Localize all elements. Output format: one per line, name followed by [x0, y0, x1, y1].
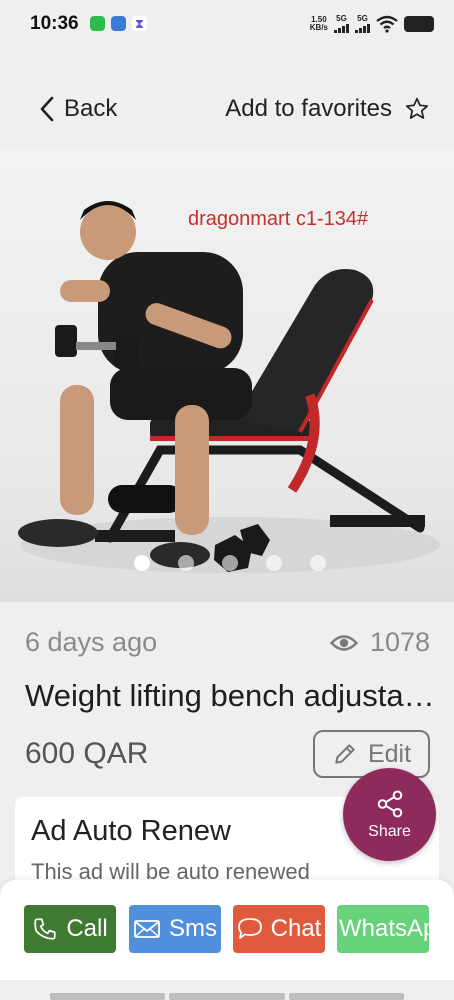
contact-action-bar: Call Sms Chat WhatsApp — [0, 880, 454, 980]
status-notification-icons: ⧗ — [90, 16, 147, 31]
favorites-label: Add to favorites — [225, 95, 392, 122]
sms-label: Sms — [169, 915, 217, 942]
whatsapp-button[interactable]: WhatsApp — [337, 905, 429, 953]
back-chevron-icon — [40, 96, 54, 122]
star-outline-icon — [405, 97, 429, 119]
sms-button[interactable]: Sms — [129, 905, 221, 953]
add-to-favorites-button[interactable]: Add to favorites — [225, 95, 430, 123]
mail-icon — [134, 920, 160, 938]
carousel-dot[interactable] — [266, 555, 282, 571]
carousel-dot[interactable] — [178, 555, 194, 571]
whatsapp-label: WhatsApp — [339, 915, 429, 942]
share-button[interactable]: Share — [343, 768, 436, 861]
signal-2: 5G — [355, 14, 370, 33]
network-label: 5G — [357, 14, 368, 23]
app-notification-icon — [111, 16, 126, 31]
carousel-dot[interactable] — [310, 555, 326, 571]
signal-icon — [355, 23, 370, 33]
battery-icon — [404, 15, 434, 32]
back-label: Back — [64, 95, 118, 122]
view-count-value: 1078 — [369, 627, 430, 657]
chat-bubble-icon — [237, 918, 262, 939]
network-label: 5G — [336, 14, 347, 23]
share-label: Share — [368, 822, 411, 840]
listing-price: 600 QAR — [25, 737, 149, 770]
system-navigation-bar — [0, 993, 454, 1000]
status-time: 10:36 — [30, 13, 79, 34]
image-watermark: dragonmart c1-134# — [188, 208, 369, 230]
call-label: Call — [66, 915, 108, 942]
net-speed-unit: KB/s — [309, 22, 328, 32]
status-bar: 10:36 ⧗ 1.50 KB/s 5G 5G — [0, 0, 454, 50]
wechat-icon — [90, 16, 105, 31]
call-button[interactable]: Call — [24, 905, 116, 953]
signal-1: 5G — [334, 14, 349, 33]
phone-icon — [34, 918, 56, 940]
chat-label: Chat — [270, 915, 322, 942]
posted-time: 6 days ago — [25, 627, 158, 657]
back-button[interactable]: Back — [38, 95, 117, 123]
auto-renew-title: Ad Auto Renew — [31, 815, 231, 847]
product-image-carousel[interactable]: dragonmart c1-134# — [0, 150, 454, 602]
status-right: 1.50 KB/s 5G 5G — [310, 14, 434, 33]
carousel-indicators — [134, 555, 326, 571]
share-icon — [377, 790, 402, 817]
top-bar: Back Add to favorites — [0, 85, 454, 137]
edit-label: Edit — [367, 739, 412, 768]
wifi-icon — [376, 15, 398, 33]
listing-title: Weight lifting bench adjustable — [25, 678, 435, 713]
carousel-dot[interactable] — [134, 555, 150, 571]
eye-icon — [329, 634, 358, 651]
listing-meta: 6 days ago 1078 — [25, 625, 430, 661]
net-speed: 1.50 KB/s — [309, 15, 328, 32]
carousel-dot[interactable] — [222, 555, 238, 571]
chat-button[interactable]: Chat — [233, 905, 325, 953]
signal-icon — [334, 23, 349, 33]
view-count: 1078 — [329, 627, 430, 658]
pencil-icon — [335, 744, 355, 764]
hourglass-icon: ⧗ — [132, 16, 147, 31]
